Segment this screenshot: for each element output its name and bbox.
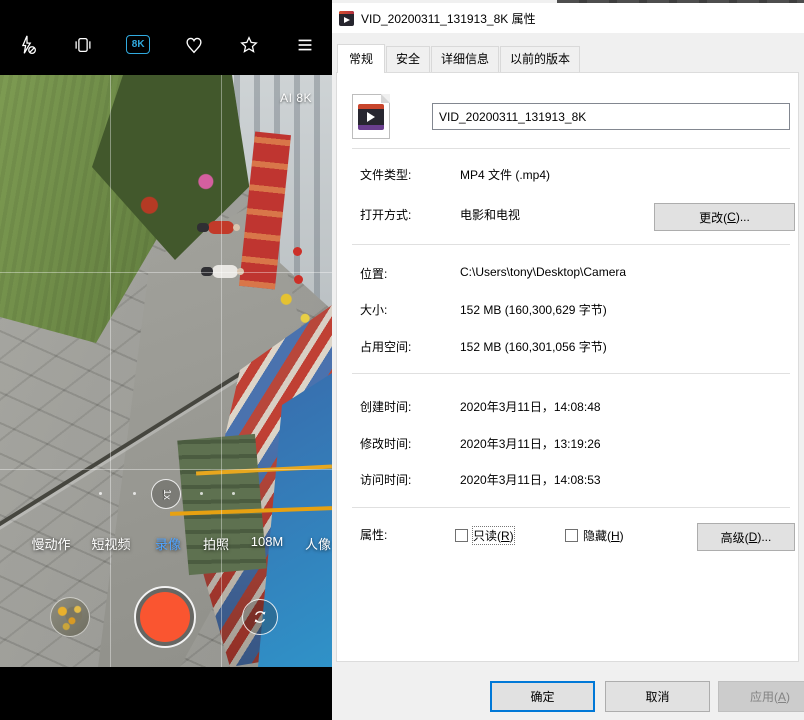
modified-row: 修改时间: 2020年3月11日，13:19:26: [360, 435, 790, 451]
magic-effects-icon[interactable]: [236, 32, 262, 58]
tab-details[interactable]: 详细信息: [431, 46, 499, 72]
file-type-row: 文件类型: MP4 文件 (.mp4): [360, 166, 790, 182]
hidden-checkbox-label: 隐藏(H): [583, 527, 624, 544]
tab-general[interactable]: 常规: [337, 44, 385, 73]
location-value: C:\Users\tony\Desktop\Camera: [460, 265, 626, 279]
advanced-label-pre: 高级(: [721, 529, 749, 546]
general-tab-page: [336, 72, 799, 662]
gallery-thumbnail-button[interactable]: [50, 597, 90, 637]
separator: [352, 507, 790, 508]
apply-label-key: A: [778, 690, 786, 704]
zoom-1x-label: 1x: [161, 489, 172, 500]
mode-video[interactable]: 录像: [155, 534, 181, 553]
advanced-label-post: )...: [757, 530, 771, 544]
grid-line: [110, 75, 111, 667]
tab-security[interactable]: 安全: [386, 46, 430, 72]
location-label: 位置:: [360, 265, 387, 282]
dialog-titlebar: VID_20200311_131913_8K 属性: [332, 3, 804, 33]
size-row: 大小: 152 MB (160,300,629 字节): [360, 301, 790, 317]
apply-label-post: ): [786, 690, 790, 704]
separator: [352, 148, 790, 149]
film-strip: [358, 104, 384, 130]
page-fold: [381, 94, 390, 103]
readonly-checkbox[interactable]: 只读(R): [455, 527, 514, 543]
switch-camera-button[interactable]: [242, 599, 278, 635]
apply-label-pre: 应用(: [750, 688, 778, 705]
mode-photo[interactable]: 拍照: [203, 534, 229, 553]
size-on-disk-label: 占用空间:: [360, 338, 411, 355]
size-on-disk-row: 占用空间: 152 MB (160,301,056 字节): [360, 338, 790, 354]
tab-previous-versions[interactable]: 以前的版本: [500, 46, 580, 72]
zoom-dial-dot: [232, 492, 235, 495]
camera-topbar: 8K: [0, 0, 332, 75]
video-file-icon: [339, 11, 354, 26]
accessed-row: 访问时间: 2020年3月11日，14:08:53: [360, 471, 790, 487]
scene-lantern: [293, 247, 302, 256]
beauty-heart-icon[interactable]: [181, 32, 207, 58]
properties-dialog: VID_20200311_131913_8K 属性 常规 安全 详细信息 以前的…: [332, 0, 804, 720]
size-on-disk-value: 152 MB (160,301,056 字节): [460, 338, 607, 355]
accessed-value: 2020年3月11日，14:08:53: [460, 471, 601, 488]
8k-badge-label: 8K: [126, 35, 150, 54]
flash-off-icon[interactable]: [14, 32, 40, 58]
created-row: 创建时间: 2020年3月11日，14:08:48: [360, 398, 790, 414]
opens-with-value: 电影和电视: [460, 206, 520, 223]
readonly-checkbox-label: 只读(R): [473, 527, 514, 544]
file-type-label: 文件类型:: [360, 166, 411, 183]
cancel-button[interactable]: 取消: [605, 681, 710, 712]
mode-slow-motion[interactable]: 慢动作: [31, 534, 70, 553]
ok-button[interactable]: 确定: [490, 681, 595, 712]
location-row: 位置: C:\Users\tony\Desktop\Camera: [360, 265, 790, 281]
mp4-file-icon: [352, 94, 390, 139]
created-label: 创建时间:: [360, 398, 411, 415]
record-button[interactable]: [134, 586, 196, 648]
ai-8k-label: AI 8K: [280, 91, 312, 105]
grid-line: [221, 75, 222, 667]
change-button[interactable]: 更改(C)...: [654, 203, 795, 231]
checkbox-box: [455, 529, 468, 542]
camera-app: 8K: [0, 0, 332, 720]
accessed-label: 访问时间:: [360, 471, 411, 488]
opens-with-label: 打开方式:: [360, 206, 411, 223]
hidden-checkbox[interactable]: 隐藏(H): [565, 527, 624, 543]
mode-short-video[interactable]: 短视频: [91, 534, 130, 553]
play-icon: [367, 112, 375, 122]
menu-icon[interactable]: [292, 32, 318, 58]
mode-portrait[interactable]: 人像: [305, 534, 331, 553]
modified-value: 2020年3月11日，13:19:26: [460, 435, 601, 452]
change-label-pre: 更改(: [699, 209, 727, 226]
size-label: 大小:: [360, 301, 387, 318]
filename-input[interactable]: [432, 103, 790, 130]
modified-label: 修改时间:: [360, 435, 411, 452]
change-label-key: C: [727, 210, 736, 224]
8k-resolution-badge[interactable]: 8K: [125, 32, 151, 58]
advanced-button[interactable]: 高级(D)...: [697, 523, 795, 551]
zoom-dial-dot: [200, 492, 203, 495]
camera-mode-bar: 慢动作 短视频 录像 拍照 108M 人像: [0, 534, 332, 554]
dialog-title: VID_20200311_131913_8K 属性: [361, 10, 536, 27]
rotate-arrows-icon: [250, 607, 270, 627]
screen: 8K: [0, 0, 804, 720]
scene-lantern: [294, 275, 303, 284]
zoom-dial-dot: [133, 492, 136, 495]
camera-viewfinder[interactable]: AI 8K 1x 慢动作 短视频 录像 拍照 108M 人像: [0, 75, 332, 667]
stabilizer-icon[interactable]: [70, 32, 96, 58]
apply-button[interactable]: 应用(A): [718, 681, 804, 712]
mode-108m[interactable]: 108M: [251, 534, 284, 549]
change-label-post: )...: [736, 210, 750, 224]
separator: [352, 373, 790, 374]
advanced-label-key: D: [749, 530, 758, 544]
record-button-core: [140, 592, 190, 642]
size-value: 152 MB (160,300,629 字节): [460, 301, 607, 318]
created-value: 2020年3月11日，14:08:48: [460, 398, 601, 415]
zoom-1x-button[interactable]: 1x: [151, 479, 181, 509]
tab-strip: 常规 安全 详细信息 以前的版本: [337, 44, 581, 72]
separator: [352, 244, 790, 245]
grid-line: [0, 272, 332, 273]
checkbox-box: [565, 529, 578, 542]
grid-line: [0, 469, 332, 470]
zoom-dial-dot: [99, 492, 102, 495]
attributes-label: 属性:: [360, 526, 387, 543]
file-type-value: MP4 文件 (.mp4): [460, 166, 550, 183]
